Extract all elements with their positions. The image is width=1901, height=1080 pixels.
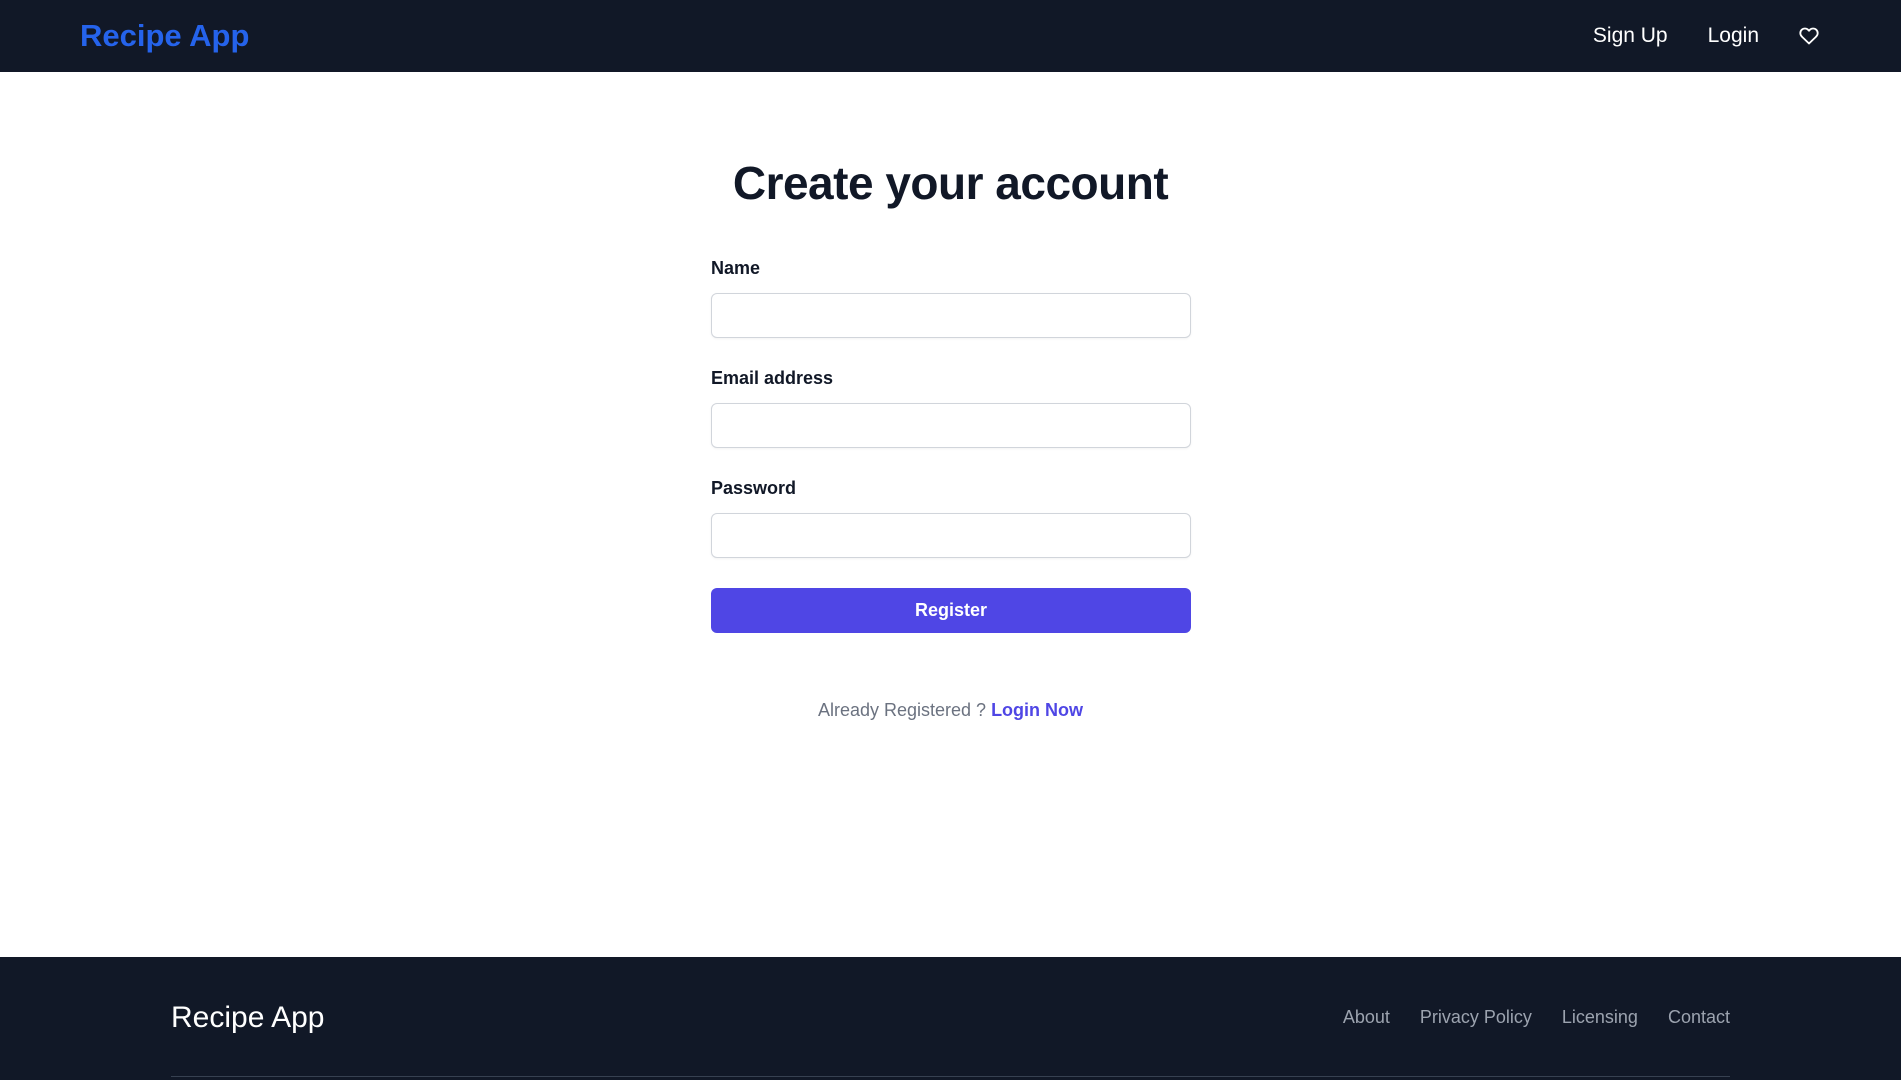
email-label: Email address: [711, 368, 834, 388]
footer-links: About Privacy Policy Licensing Contact: [1313, 1007, 1730, 1028]
register-form: Name Email address Password Register: [711, 258, 1191, 633]
footer: Recipe App About Privacy Policy Licensin…: [0, 957, 1901, 1080]
nav-links: Sign Up Login: [1553, 0, 1821, 72]
footer-link-about[interactable]: About: [1343, 1007, 1390, 1028]
top-navbar: Recipe App Sign Up Login: [0, 0, 1901, 72]
login-prompt-text: Already Registered ?: [817, 700, 987, 720]
login-now-link[interactable]: Login Now: [991, 700, 1083, 720]
footer-link-contact[interactable]: Contact: [1668, 1007, 1730, 1028]
footer-link-privacy-policy[interactable]: Privacy Policy: [1420, 1007, 1532, 1028]
login-prompt: Already Registered ? Login Now: [0, 700, 1901, 721]
register-button[interactable]: Register: [711, 588, 1191, 633]
footer-brand: Recipe App: [171, 1001, 325, 1034]
brand-logo-link[interactable]: Recipe App: [80, 18, 249, 54]
page-title: Create your account: [732, 157, 1169, 209]
name-input[interactable]: [711, 293, 1191, 338]
nav-login-link[interactable]: Login: [1708, 24, 1759, 48]
name-label: Name: [711, 258, 761, 278]
password-input[interactable]: [711, 513, 1191, 558]
email-input[interactable]: [711, 403, 1191, 448]
nav-signup-link[interactable]: Sign Up: [1593, 24, 1668, 48]
password-label: Password: [711, 478, 797, 498]
footer-link-licensing[interactable]: Licensing: [1562, 1007, 1638, 1028]
heart-icon[interactable]: [1799, 25, 1821, 47]
footer-divider: [171, 1076, 1730, 1077]
